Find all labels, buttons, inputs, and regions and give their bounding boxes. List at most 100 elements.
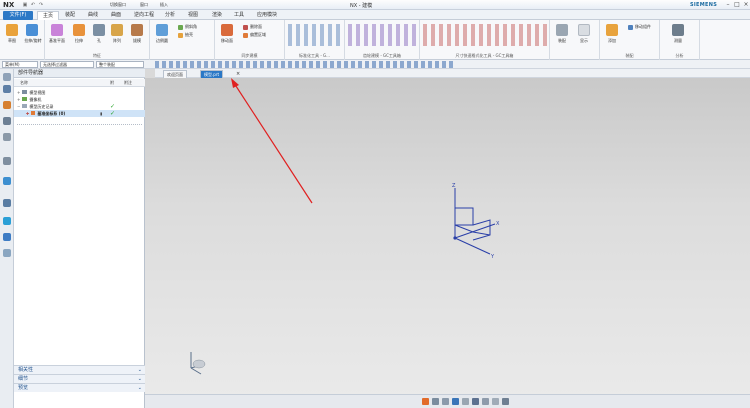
tab-welcome-page[interactable]: 欢迎页面 (163, 70, 187, 78)
tab-curve[interactable]: 曲线 (83, 11, 103, 20)
draft-label[interactable]: 拔模 (127, 38, 147, 44)
redo-icon[interactable]: ↷ (38, 2, 44, 8)
accordion-preview[interactable]: 预览 ⌄ (14, 383, 145, 392)
part-navigator-panel: 部件导航器 名称 附 附注 + 模型视图 + 摄像机 − 模型历史记录 ✓ ✚ 基准坐标… (14, 69, 145, 408)
tab-analysis[interactable]: 分析 (160, 11, 180, 20)
measure-icon[interactable] (672, 24, 684, 36)
edge-blend-label[interactable]: 边倒圆 (150, 38, 174, 44)
part-navigator-icon[interactable] (3, 101, 11, 109)
accordion-details[interactable]: 细节 ⌄ (14, 374, 145, 383)
chamfer-icon[interactable] (178, 25, 183, 30)
rotate-icon[interactable] (452, 398, 459, 405)
constraint-navigator-icon[interactable] (3, 85, 11, 93)
delete-face-icon[interactable] (243, 25, 248, 30)
move-component-label[interactable]: 移动组件 (635, 24, 651, 30)
tab-home[interactable]: 主页 (37, 11, 59, 20)
datum-plane-label[interactable]: 基准平面 (45, 38, 69, 44)
gear-tools-icons[interactable] (348, 24, 417, 46)
selection-scope-dropdown[interactable]: 整个装配 (96, 61, 144, 68)
offset-region-label[interactable]: 偏置区域 (250, 32, 266, 38)
tree-node-cameras[interactable]: + 摄像机 (14, 96, 145, 103)
dimension-tools-icons[interactable] (423, 24, 547, 46)
close-button[interactable]: × (742, 1, 750, 8)
history-icon[interactable] (3, 177, 11, 185)
insert-menu[interactable]: 插入 (160, 2, 168, 8)
shell-label[interactable]: 抽壳 (185, 32, 193, 38)
select-icon[interactable] (422, 398, 429, 405)
fit-icon[interactable] (432, 398, 439, 405)
hole-label[interactable]: 孔 (89, 38, 109, 44)
window-menu[interactable]: 窗口 (140, 2, 148, 8)
column-name[interactable]: 名称 (20, 80, 28, 86)
edge-blend-icon[interactable] (156, 24, 168, 36)
reuse-library-icon[interactable] (3, 117, 11, 125)
check-icon: ✓ (110, 103, 116, 110)
tab-reverse-engineering[interactable]: 逆向工程 (130, 11, 158, 20)
datum-plane-icon[interactable] (51, 24, 63, 36)
pattern-label[interactable]: 阵列 (107, 38, 127, 44)
offset-region-icon[interactable] (243, 33, 248, 38)
tree-node-model-history[interactable]: − 模型历史记录 ✓ (14, 103, 145, 110)
display-icon[interactable] (578, 24, 590, 36)
assembly-navigator-icon[interactable] (3, 73, 11, 81)
standard-tools-icons[interactable] (288, 24, 342, 46)
undo-icon[interactable]: ↶ (30, 2, 36, 8)
move-face-icon[interactable] (221, 24, 233, 36)
column-attached[interactable]: 附 (110, 80, 114, 86)
render-style-icon[interactable] (472, 398, 479, 405)
pan-icon[interactable] (462, 398, 469, 405)
measure-label[interactable]: 测量 (668, 38, 688, 44)
assembly-view-label[interactable]: 装配 (552, 38, 572, 44)
extrude-label[interactable]: 拉伸 (69, 38, 89, 44)
assembly-view-icon[interactable] (556, 24, 568, 36)
datum-csys[interactable]: Z X Y (440, 180, 510, 260)
section-view-icon[interactable] (492, 398, 499, 405)
tree-node-datum-csys[interactable]: ✚ 基准坐标系 (0) ▮ ✓ (14, 110, 145, 117)
delete-face-label[interactable]: 删除面 (250, 24, 262, 30)
tab-surface[interactable]: 曲面 (106, 11, 126, 20)
system-materials-icon[interactable] (3, 199, 11, 207)
maximize-button[interactable]: □ (733, 1, 741, 8)
tab-assembly[interactable]: 装配 (60, 11, 80, 20)
hd3d-tools-icon[interactable] (3, 133, 11, 141)
tab-model-prt[interactable]: 模型.prt (200, 70, 224, 78)
add-component-label[interactable]: 添加 (600, 38, 624, 44)
web-browser-icon[interactable] (3, 157, 11, 165)
zoom-icon[interactable] (442, 398, 449, 405)
chamfer-label[interactable]: 倒斜角 (185, 24, 197, 30)
tab-view[interactable]: 视图 (183, 11, 203, 20)
tree-node-model-views[interactable]: + 模型视图 (14, 89, 145, 96)
snap-tools-icons[interactable] (155, 61, 455, 68)
selection-filter-dropdown[interactable]: 无选择过滤器 (40, 61, 94, 68)
hole-icon[interactable] (93, 24, 105, 36)
pattern-icon[interactable] (111, 24, 123, 36)
orient-view-icon[interactable] (482, 398, 489, 405)
save-icon[interactable]: ▣ (22, 2, 28, 8)
extrude-revolve-icon[interactable] (26, 24, 38, 36)
move-component-icon[interactable] (628, 25, 633, 30)
roles-icon[interactable] (3, 249, 11, 257)
resource-bar (0, 69, 14, 408)
tab-applications[interactable]: 应用模块 (252, 11, 282, 20)
draft-icon[interactable] (131, 24, 143, 36)
add-component-icon[interactable] (606, 24, 618, 36)
navigator-column-header: 名称 附 附注 (14, 79, 145, 87)
tab-render[interactable]: 渲染 (207, 11, 227, 20)
more-tools-icon[interactable] (502, 398, 509, 405)
menu-dropdown[interactable]: 菜单(M) (2, 61, 38, 68)
file-menu-button[interactable]: 文件(F) (3, 11, 33, 20)
minimize-button[interactable]: – (724, 1, 732, 8)
tab-tools[interactable]: 工具 (229, 11, 249, 20)
accordion-dependencies[interactable]: 相关性 ⌄ (14, 365, 145, 374)
display-label[interactable]: 显示 (574, 38, 594, 44)
knowledge-fusion-icon[interactable] (3, 233, 11, 241)
process-studio-icon[interactable] (3, 217, 11, 225)
column-note[interactable]: 附注 (124, 80, 132, 86)
extrude-revolve-label[interactable]: 拉伸/旋转 (22, 38, 44, 44)
switch-window-menu[interactable]: 切换窗口 (110, 2, 126, 8)
shell-icon[interactable] (178, 33, 183, 38)
extrude-icon[interactable] (73, 24, 85, 36)
sketch-icon[interactable] (6, 24, 18, 36)
sketch-button-label[interactable]: 草图 (2, 38, 22, 44)
move-face-label[interactable]: 移动面 (215, 38, 239, 44)
